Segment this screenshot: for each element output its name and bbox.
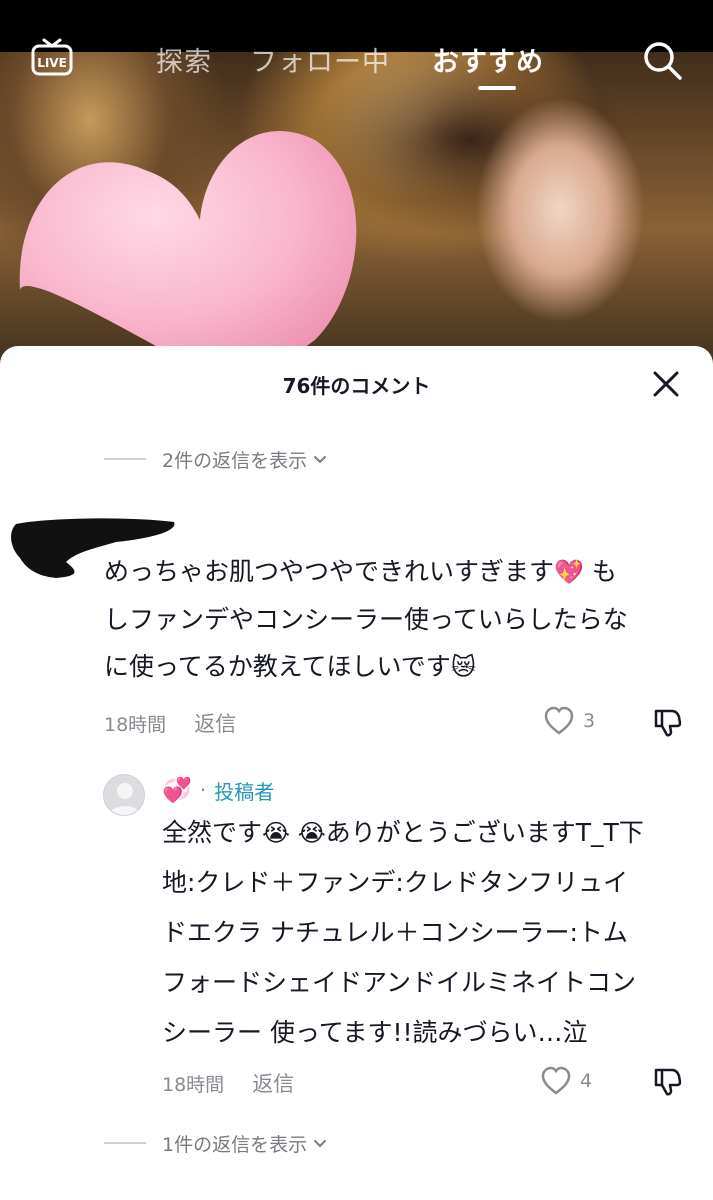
live-label: LIVE [37, 56, 67, 70]
divider-line [104, 458, 146, 460]
heart-outline-icon [541, 1066, 571, 1095]
tab-explore[interactable]: 探索 [156, 40, 212, 79]
comment-like-count: 3 [583, 710, 596, 732]
reply-line-3: ドエクラ ナチュレル＋コンシーラー:トム [162, 918, 628, 947]
creator-badge: 投稿者 [214, 779, 275, 804]
heart-sticker [19, 131, 357, 374]
tab-following[interactable]: フォロー中 [250, 40, 390, 79]
heart-outline-icon [544, 706, 574, 735]
comment-line-1-end: も [583, 557, 617, 586]
thumbs-down-icon[interactable] [652, 707, 684, 737]
separator-dot: · [199, 778, 207, 802]
comment-reply-button[interactable]: 返信 [194, 712, 236, 736]
comment-time: 18時間 [104, 714, 167, 736]
loudly-crying-emoji: 😭 😭 [262, 819, 326, 847]
comment-line-1: めっちゃお肌つやつやできれいすぎます [104, 557, 555, 586]
reply-body: 全然です😭 😭ありがとうございますT_T下 地:クレド＋ファンデ:クレドタンフリ… [162, 808, 697, 1058]
reply-line-1-start: 全然です [162, 818, 263, 847]
reply-line-2: 地:クレド＋ファンデ:クレドタンフリュイ [162, 868, 629, 897]
comment-line-3: に使ってるか教えてほしいです [104, 652, 451, 681]
reply-line-4: フォードシェイドアンドイルミネイトコン [162, 968, 637, 997]
reply-like-count: 4 [580, 1070, 593, 1092]
chevron-down-icon [314, 1140, 327, 1148]
reply-author-row: 💞 · 投稿者 [162, 774, 274, 806]
view-replies-label: 2件の返信を表示 [162, 449, 308, 472]
crying-cat-emoji: 😿 [450, 653, 476, 681]
comment-like-button[interactable]: 3 [543, 706, 595, 736]
avatar[interactable] [103, 774, 145, 816]
comments-header: 76件のコメント [0, 346, 713, 422]
comments-count-title: 76件のコメント [282, 374, 431, 398]
view-replies-bottom[interactable]: 1件の返信を表示 [104, 1128, 327, 1158]
live-icon[interactable]: LIVE [30, 36, 74, 76]
comment-meta: 18時間 返信 [104, 708, 258, 738]
reply-reply-button[interactable]: 返信 [252, 1072, 294, 1096]
chevron-down-icon [314, 456, 327, 464]
close-icon[interactable] [648, 366, 684, 402]
tab-for-you[interactable]: おすすめ [432, 40, 544, 79]
comment-body: めっちゃお肌つやつやできれいすぎます💖 も しファンデやコンシーラー使っていらし… [104, 548, 684, 691]
reply-line-1-end: ありがとうございますT_T下 [325, 818, 644, 847]
comments-sheet: 76件のコメント [0, 346, 713, 1200]
active-tab-indicator [478, 86, 516, 90]
revolving-hearts-emoji[interactable]: 💞 [162, 776, 192, 804]
divider-line [104, 1142, 146, 1144]
view-replies-label: 1件の返信を表示 [162, 1133, 308, 1156]
reply-like-button[interactable]: 4 [540, 1066, 592, 1096]
reply-line-5: シーラー 使ってます!!読みづらい…泣 [162, 1018, 588, 1047]
comment-line-2: しファンデやコンシーラー使っていらしたらな [104, 605, 628, 634]
top-navigation: LIVE 探索 フォロー中 おすすめ [0, 28, 713, 90]
search-icon[interactable] [640, 38, 684, 82]
sparkling-heart-emoji: 💖 [554, 558, 584, 586]
reply-time: 18時間 [162, 1074, 225, 1096]
default-avatar-icon [109, 783, 141, 815]
view-replies-top[interactable]: 2件の返信を表示 [104, 444, 327, 474]
reply-meta: 18時間 返信 [162, 1068, 316, 1098]
thumbs-down-icon[interactable] [652, 1066, 684, 1096]
